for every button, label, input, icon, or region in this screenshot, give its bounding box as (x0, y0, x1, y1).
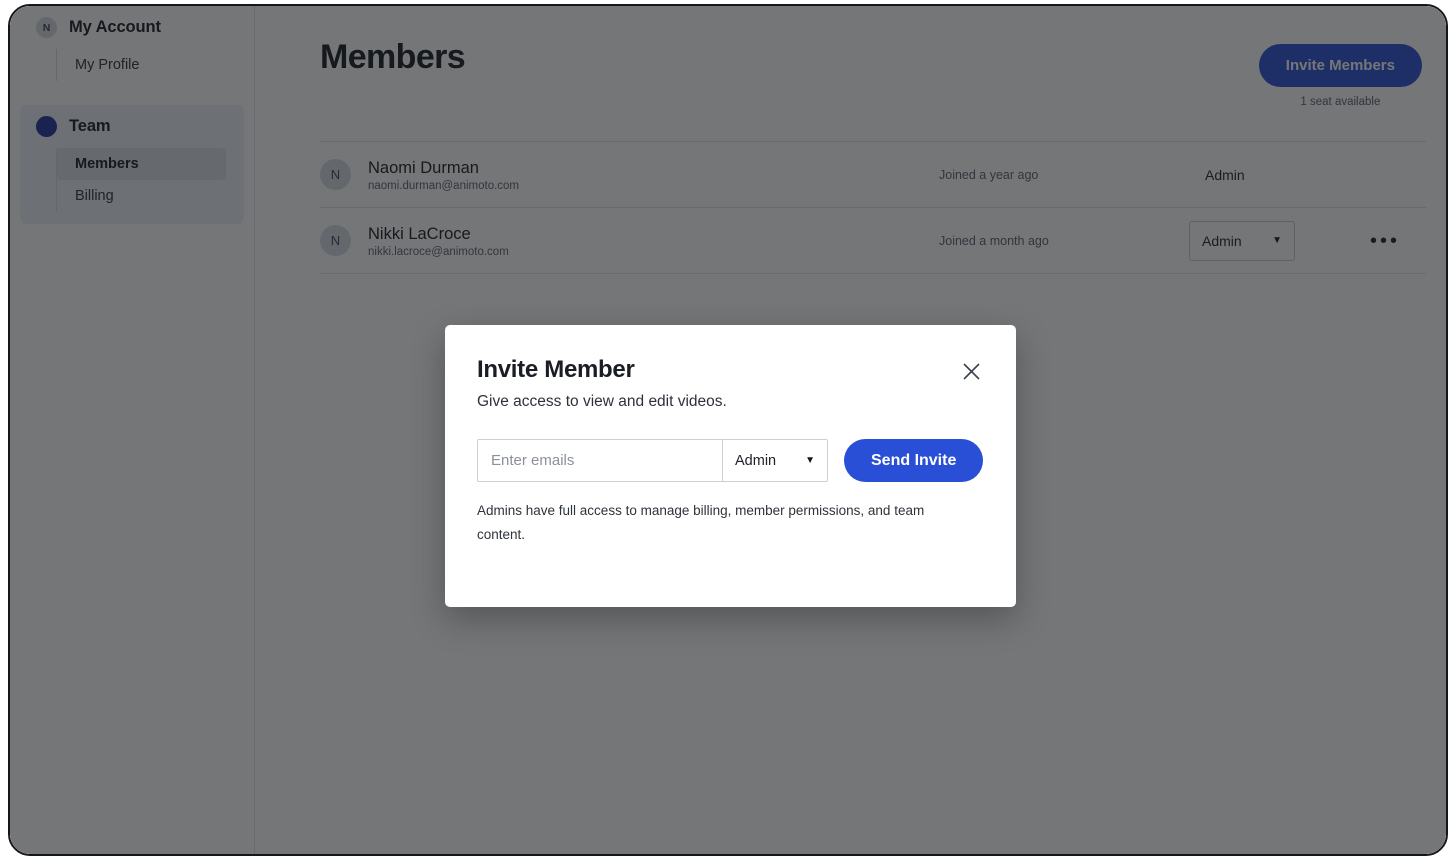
invite-member-dialog: Invite Member Give access to view and ed… (445, 325, 1016, 607)
invite-form: Admin ▼ Send Invite (477, 439, 984, 482)
invite-role-select[interactable]: Admin ▼ (722, 439, 828, 482)
dialog-subtitle: Give access to view and edit videos. (477, 393, 727, 410)
chevron-down-icon: ▼ (805, 454, 815, 466)
send-invite-button[interactable]: Send Invite (844, 439, 984, 482)
app-window: N My Account My Profile Team Members Bil… (8, 4, 1448, 856)
email-input[interactable] (477, 439, 722, 482)
dialog-title: Invite Member (477, 356, 635, 383)
dialog-header: Invite Member (477, 356, 984, 384)
role-help-text: Admins have full access to manage billin… (477, 503, 925, 542)
invite-role-value: Admin (735, 452, 777, 469)
close-icon[interactable] (958, 358, 984, 384)
